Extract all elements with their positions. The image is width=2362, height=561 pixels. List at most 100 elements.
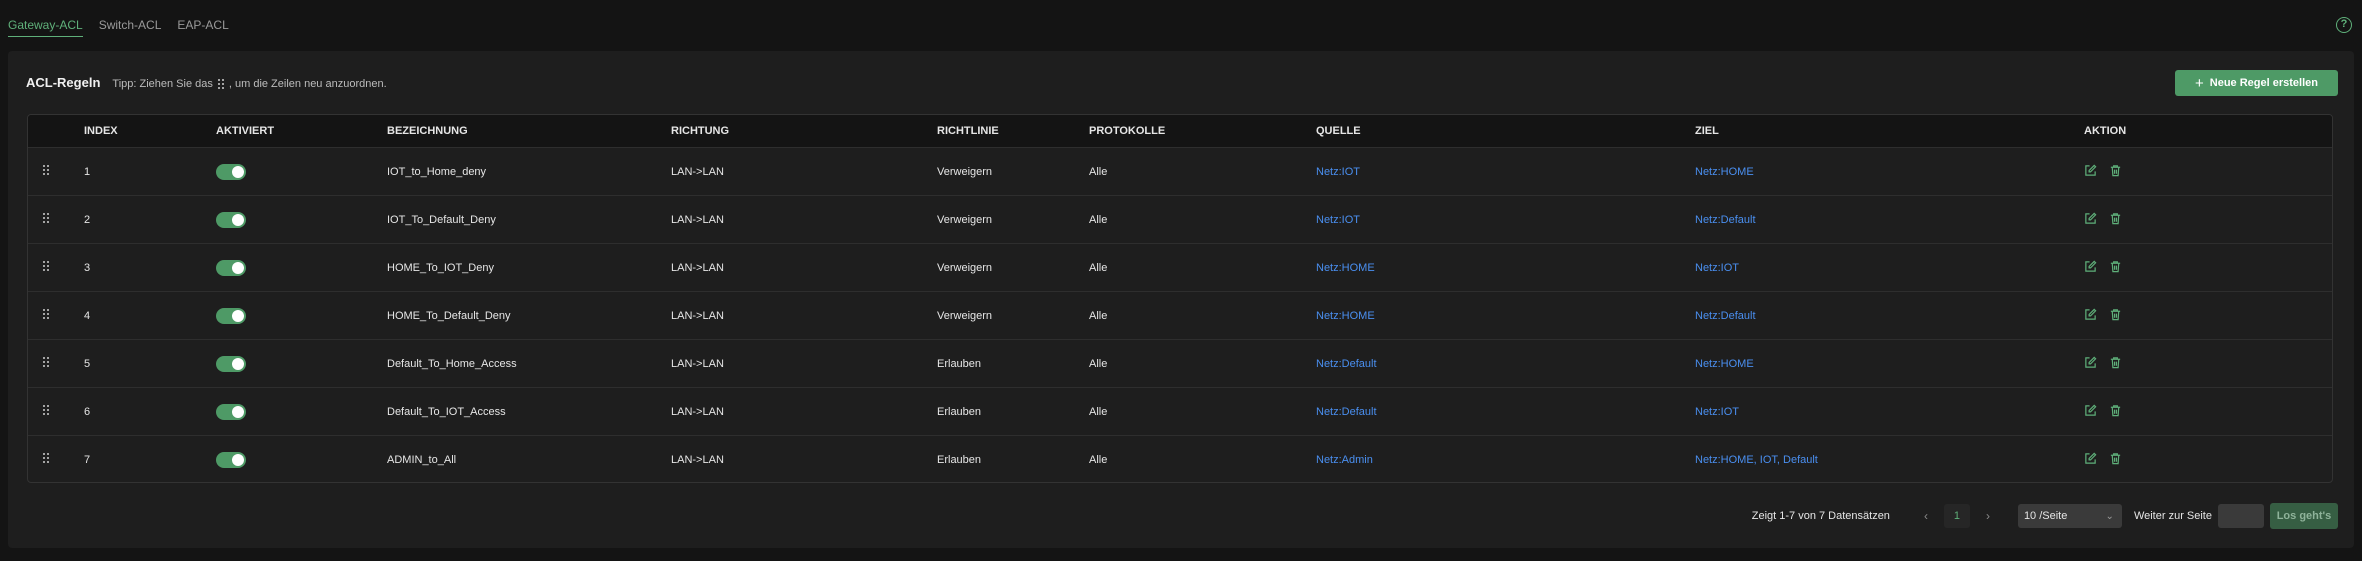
goto-page-input[interactable] — [2218, 504, 2264, 528]
edit-icon[interactable] — [2084, 164, 2097, 180]
source-link[interactable]: Netz:Admin — [1316, 454, 1373, 466]
target-link[interactable]: Netz:Default — [1695, 214, 1756, 226]
header-source: QUELLE — [1316, 125, 1361, 137]
target-link[interactable]: Netz:Default — [1695, 310, 1756, 322]
source-link[interactable]: Netz:IOT — [1316, 166, 1360, 178]
edit-icon[interactable] — [2084, 308, 2097, 324]
source-link[interactable]: Netz:Default — [1316, 358, 1377, 370]
drag-handle-icon — [217, 79, 224, 89]
trash-icon[interactable] — [2109, 452, 2122, 468]
go-button[interactable]: Los geht's — [2270, 503, 2338, 529]
cell-policy: Erlauben — [937, 405, 982, 418]
new-rule-label: Neue Regel erstellen — [2209, 77, 2318, 89]
tab-switch-acl[interactable]: Switch-ACL — [99, 18, 162, 37]
cell-direction: LAN->LAN — [671, 405, 724, 418]
cell-protocols: Alle — [1089, 357, 1108, 370]
enabled-toggle[interactable] — [216, 355, 246, 372]
trash-icon[interactable] — [2109, 212, 2122, 228]
header-direction: RICHTUNG — [671, 125, 730, 137]
goto-label: Weiter zur Seite — [2133, 510, 2212, 522]
cell-direction: LAN->LAN — [671, 165, 724, 178]
source-link[interactable]: Netz:HOME — [1316, 310, 1375, 322]
enabled-toggle-cell — [216, 163, 387, 180]
trash-icon[interactable] — [2109, 404, 2122, 420]
pagination-summary: Zeigt 1-7 von 7 Datensätzen — [1751, 510, 1890, 522]
cell-index: 2 — [84, 213, 91, 226]
drag-handle-icon[interactable] — [28, 212, 84, 227]
header-action: AKTION — [2084, 125, 2127, 137]
cell-direction: LAN->LAN — [671, 261, 724, 274]
table-row[interactable]: 1 IOT_to_Home_deny LAN->LAN Verweigern Alle N… — [28, 147, 2332, 195]
tab-eap-acl[interactable]: EAP-ACL — [177, 18, 228, 37]
page-1-button[interactable]: 1 — [1943, 504, 1970, 528]
cell-target: Netz:Default — [1695, 214, 2084, 226]
enabled-toggle[interactable] — [216, 163, 246, 180]
cell-protocols: Alle — [1089, 213, 1108, 226]
header-name: BEZEICHNUNG — [387, 125, 468, 137]
new-rule-button[interactable]: + Neue Regel erstellen — [2175, 70, 2338, 96]
page-size-value: 10 /Seite — [2023, 510, 2068, 522]
page-size-select[interactable]: 10 /Seite ⌄ — [2017, 504, 2122, 528]
edit-icon[interactable] — [2084, 212, 2097, 228]
cell-action — [2084, 212, 2234, 228]
drag-handle-icon[interactable] — [28, 356, 84, 371]
cell-policy: Verweigern — [937, 309, 993, 322]
source-link[interactable]: Netz:Default — [1316, 406, 1377, 418]
source-link[interactable]: Netz:IOT — [1316, 214, 1360, 226]
drag-handle-icon[interactable] — [28, 260, 84, 275]
edit-icon[interactable] — [2084, 452, 2097, 468]
enabled-toggle[interactable] — [216, 451, 246, 468]
table-row[interactable]: 6 Default_To_IOT_Access LAN->LAN Erlauben Al… — [28, 387, 2332, 435]
edit-icon[interactable] — [2084, 404, 2097, 420]
drag-handle-icon[interactable] — [28, 308, 84, 323]
question-circle-icon[interactable]: ? — [2336, 17, 2352, 33]
cell-policy: Verweigern — [937, 165, 993, 178]
drag-handle-icon[interactable] — [28, 404, 84, 419]
target-link[interactable]: Netz:HOME — [1695, 358, 1754, 370]
drag-handle-icon[interactable] — [28, 164, 84, 179]
enabled-toggle[interactable] — [216, 307, 246, 324]
table-header: INDEX AKTIVIERT BEZEICHNUNG RICHTUNG RIC… — [28, 115, 2332, 147]
source-link[interactable]: Netz:HOME — [1316, 262, 1375, 274]
cell-index: 6 — [84, 405, 91, 418]
table-row[interactable]: 2 IOT_To_Default_Deny LAN->LAN Verweigern Al… — [28, 195, 2332, 243]
cell-index: 7 — [84, 453, 91, 466]
cell-direction: LAN->LAN — [671, 309, 724, 322]
tab-gateway-acl[interactable]: Gateway-ACL — [8, 18, 83, 37]
table-row[interactable]: 5 Default_To_Home_Access LAN->LAN Erlauben A… — [28, 339, 2332, 387]
cell-policy: Verweigern — [937, 213, 993, 226]
enabled-toggle[interactable] — [216, 403, 246, 420]
edit-icon[interactable] — [2084, 260, 2097, 276]
trash-icon[interactable] — [2109, 356, 2122, 372]
cell-name: IOT_to_Home_deny — [387, 165, 487, 178]
cell-action — [2084, 404, 2234, 420]
cell-source: Netz:IOT — [1316, 214, 1695, 226]
target-link[interactable]: Netz:HOME — [1695, 166, 1754, 178]
drag-handle-icon[interactable] — [28, 452, 84, 467]
enabled-toggle[interactable] — [216, 211, 246, 228]
table-row[interactable]: 3 HOME_To_IOT_Deny LAN->LAN Verweigern Alle N… — [28, 243, 2332, 291]
cell-index: 1 — [84, 165, 91, 178]
target-link[interactable]: Netz:IOT — [1695, 262, 1739, 274]
enabled-toggle[interactable] — [216, 259, 246, 276]
cell-index: 4 — [84, 309, 91, 322]
trash-icon[interactable] — [2109, 308, 2122, 324]
table-row[interactable]: 4 HOME_To_Default_Deny LAN->LAN Verweigern A… — [28, 291, 2332, 339]
trash-icon[interactable] — [2109, 164, 2122, 180]
target-link[interactable]: Netz:HOME, IOT, Default — [1695, 454, 1818, 466]
trash-icon[interactable] — [2109, 260, 2122, 276]
enabled-toggle-cell — [216, 355, 387, 372]
cell-target: Netz:IOT — [1695, 262, 2084, 274]
cell-policy: Erlauben — [937, 453, 982, 466]
edit-icon[interactable] — [2084, 356, 2097, 372]
target-link[interactable]: Netz:IOT — [1695, 406, 1739, 418]
card-header: ACL-Regeln Tipp: Ziehen Sie das , um die… — [26, 75, 387, 90]
tip-text-before: Tipp: Ziehen Sie das — [112, 78, 213, 90]
table-row[interactable]: 7 ADMIN_to_All LAN->LAN Erlauben Alle Netz:Ad… — [28, 435, 2332, 482]
cell-source: Netz:Default — [1316, 406, 1695, 418]
prev-page-icon[interactable]: ‹ — [1918, 509, 1934, 523]
plus-icon: + — [2195, 74, 2204, 92]
cell-source: Netz:HOME — [1316, 310, 1695, 322]
cell-protocols: Alle — [1089, 405, 1108, 418]
next-page-icon[interactable]: › — [1980, 509, 1996, 523]
